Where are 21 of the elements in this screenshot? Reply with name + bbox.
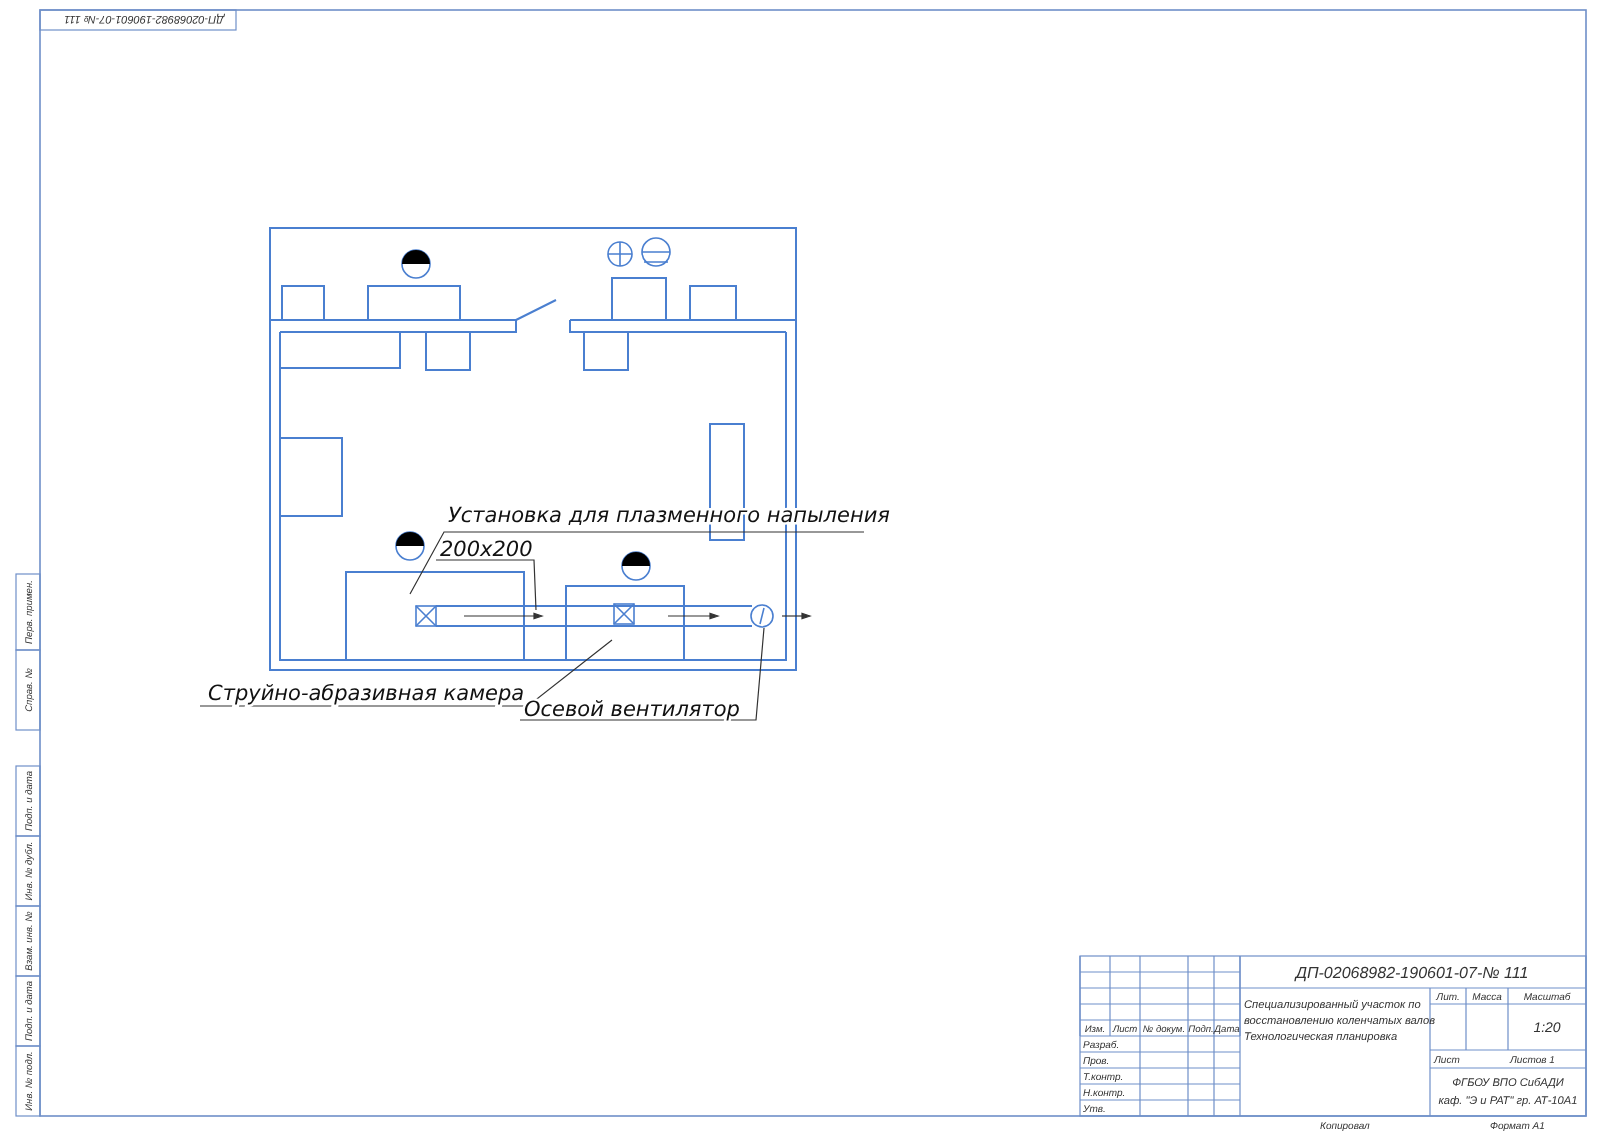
document-code: ДП-02068982-190601-07-№ 111 [1295, 964, 1529, 982]
fan-icon [750, 604, 774, 628]
strip-cell [15, 1045, 41, 1117]
strip-cell [15, 573, 41, 651]
strip-cell [15, 975, 41, 1047]
strip-cell [15, 765, 41, 837]
airflow-arrow-icon [667, 612, 720, 620]
diffuser-icon [415, 605, 437, 627]
axial-fan-label: Осевой вентилятор [524, 698, 740, 722]
operator-symbol-icon [401, 249, 431, 279]
diffuser-icon [613, 603, 635, 625]
equipment-symbol-icon [607, 237, 671, 267]
duct-size-label: 200x200 [440, 538, 533, 562]
airflow-arrow-icon [463, 612, 544, 620]
strip-cell [15, 905, 41, 977]
airflow-arrow-icon [781, 612, 812, 620]
strip-cell [15, 835, 41, 907]
blasting-chamber-label: Струйно-абразивная камера [208, 682, 525, 706]
strip-cell [15, 649, 41, 731]
operator-symbol-icon [395, 531, 425, 561]
operator-symbol-icon [621, 551, 651, 581]
